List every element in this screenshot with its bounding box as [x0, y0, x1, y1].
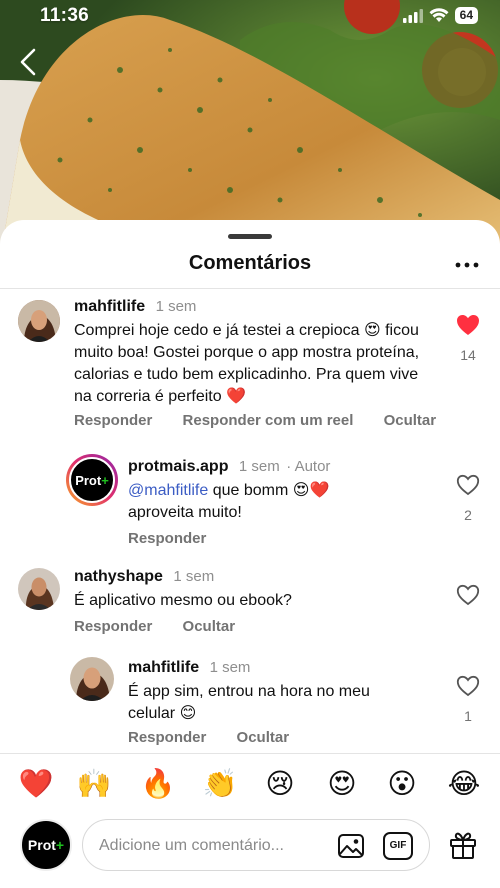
- comment-item: nathyshape 1 sem É aplicativo mesmo ou e…: [0, 566, 500, 642]
- comment-username[interactable]: mahfitlife: [128, 659, 199, 676]
- status-bar: 11:36 64: [0, 0, 500, 34]
- header-divider: [0, 288, 500, 289]
- gift-icon: [450, 832, 476, 859]
- emoji-laughing-button[interactable]: 😂: [444, 764, 484, 804]
- brand-label: Prot: [27, 837, 56, 853]
- comment-item: mahfitlife 1 sem Comprei hoje cedo e já …: [0, 296, 500, 446]
- comment-username[interactable]: protmais.app: [128, 458, 228, 475]
- avatar[interactable]: [18, 568, 60, 610]
- brand-plus: +: [101, 472, 109, 488]
- author-badge: · Autor: [286, 458, 331, 475]
- reply-button[interactable]: Responder: [128, 729, 206, 746]
- sheet-grabber[interactable]: [228, 234, 272, 239]
- sheet-title: Comentários: [188, 252, 312, 274]
- brand-label: Prot: [75, 472, 102, 488]
- comment-time: 1 sem: [155, 298, 197, 315]
- emoji-reaction-bar: ❤️ 🙌 🔥 👏 😢 😍 😮 😂: [0, 764, 500, 804]
- author-avatar[interactable]: Prot +: [66, 454, 118, 506]
- comment-item: mahfitlife 1 sem É app sim, entrou na ho…: [0, 657, 500, 749]
- heart-icon: [456, 474, 480, 496]
- emoji-fire-button[interactable]: 🔥: [138, 764, 178, 804]
- comment-text: É app sim, entrou na hora no meu celular…: [128, 683, 370, 722]
- comment-username[interactable]: nathyshape: [74, 568, 163, 585]
- like-count: 1: [464, 708, 472, 724]
- emoji-raised-hands-button[interactable]: 🙌: [74, 764, 114, 804]
- heart-icon: [456, 584, 480, 606]
- comment-input-wrapper: GIF: [82, 819, 430, 871]
- comment-text: Comprei hoje cedo e já testei a crepioca…: [74, 322, 420, 405]
- hide-button[interactable]: Ocultar: [237, 729, 290, 746]
- hide-button[interactable]: Ocultar: [183, 618, 236, 635]
- wifi-icon: [429, 8, 449, 22]
- comment-composer: Prot+ GIF: [0, 815, 500, 875]
- reply-with-reel-button[interactable]: Responder com um reel: [183, 412, 354, 429]
- more-icon: [455, 262, 479, 268]
- heart-icon: [456, 675, 480, 697]
- status-time: 11:36: [40, 5, 90, 26]
- gif-button[interactable]: GIF: [383, 832, 413, 860]
- like-button[interactable]: 1: [453, 675, 483, 724]
- comment-text: É aplicativo mesmo ou ebook?: [74, 592, 292, 609]
- composer-divider: [0, 753, 500, 754]
- more-options-button[interactable]: [454, 258, 480, 272]
- avatar[interactable]: [18, 300, 60, 342]
- comment-item: Prot + protmais.app 1 sem · Autor @mahfit…: [0, 454, 500, 554]
- brand-plus: +: [55, 837, 65, 853]
- like-button[interactable]: [453, 584, 483, 611]
- hide-button[interactable]: Ocultar: [384, 412, 437, 429]
- user-avatar[interactable]: Prot +: [20, 819, 72, 871]
- image-button[interactable]: [337, 833, 365, 859]
- emoji-clap-button[interactable]: 👏: [200, 764, 240, 804]
- mention-link[interactable]: @mahfitlife: [128, 482, 208, 499]
- reply-button[interactable]: Responder: [128, 530, 206, 547]
- comment-time: 1 sem: [238, 458, 280, 475]
- emoji-heart-button[interactable]: ❤️: [16, 764, 56, 804]
- heart-filled-icon: [457, 315, 479, 335]
- status-icons: 64: [402, 7, 478, 24]
- signal-icon: [402, 8, 423, 23]
- avatar[interactable]: [70, 657, 114, 701]
- comment-body: @mahfitlife que bomm 😍❤️ aproveita muito…: [128, 480, 388, 524]
- reply-button[interactable]: Responder: [74, 412, 152, 429]
- like-button[interactable]: 14: [453, 314, 483, 363]
- back-chevron-icon: [20, 48, 36, 76]
- like-count: 2: [464, 507, 472, 523]
- reply-button[interactable]: Responder: [74, 618, 152, 635]
- emoji-heart-eyes-button[interactable]: 😍: [322, 764, 362, 804]
- like-button[interactable]: 2: [453, 474, 483, 523]
- emoji-crying-button[interactable]: 😢: [260, 764, 300, 804]
- comment-input[interactable]: [99, 834, 329, 858]
- image-icon: [338, 834, 364, 858]
- like-count: 14: [460, 347, 476, 363]
- battery-indicator: 64: [454, 7, 478, 24]
- gift-button[interactable]: [448, 830, 478, 860]
- comment-time: 1 sem: [209, 659, 251, 676]
- emoji-surprised-button[interactable]: 😮: [382, 764, 422, 804]
- comment-username[interactable]: mahfitlife: [74, 298, 145, 315]
- comment-time: 1 sem: [173, 568, 215, 585]
- back-button[interactable]: [14, 44, 44, 80]
